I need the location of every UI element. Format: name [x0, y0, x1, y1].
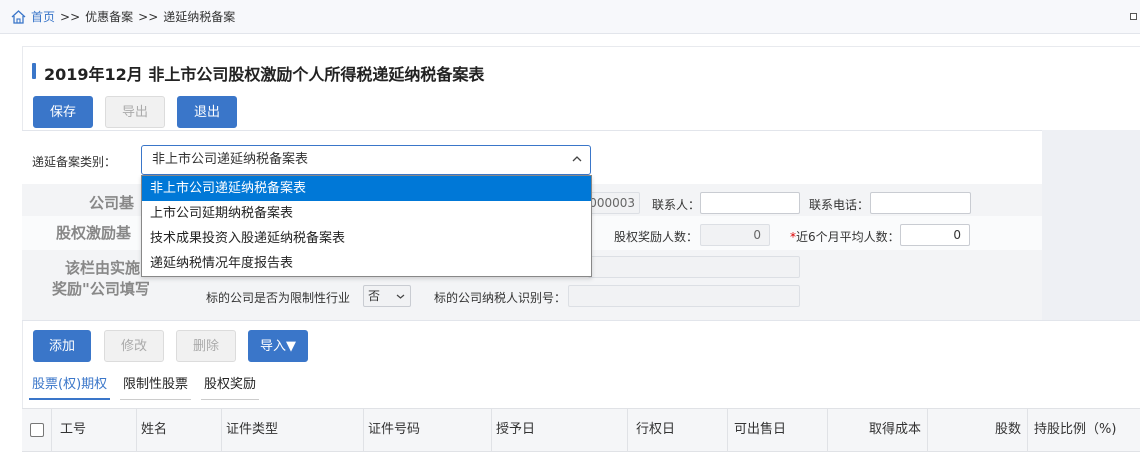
- avg-6m-label-text: 近6个月平均人数：: [796, 230, 900, 244]
- contact-label: 联系人：: [652, 198, 701, 212]
- col-header-id-number[interactable]: 证件号码: [364, 409, 492, 451]
- dropdown-option-unlisted[interactable]: 非上市公司递延纳税备案表: [142, 176, 591, 201]
- dropdown-option-annual-report[interactable]: 递延纳税情况年度报告表: [142, 251, 591, 276]
- restricted-industry-label: 标的公司是否为限制性行业: [206, 291, 351, 305]
- col-header-saleable-date[interactable]: 可出售日: [728, 409, 828, 451]
- col-header-exercise-date[interactable]: 行权日: [628, 409, 728, 451]
- tab-restricted-stock[interactable]: 限制性股票: [120, 374, 192, 400]
- home-icon[interactable]: [11, 10, 26, 24]
- breadcrumb-separator: >>: [60, 10, 81, 24]
- avg-6m-input[interactable]: 0: [900, 224, 970, 246]
- col-header-holding-ratio[interactable]: 持股比例（%): [1028, 409, 1140, 451]
- form-divider: [22, 320, 1140, 321]
- table-header: 工号 姓名 证件类型 证件号码 授予日 行权日 可出售日 取得成本 股数 持股比…: [22, 408, 1140, 452]
- target-taxpayer-id-input[interactable]: [568, 285, 800, 307]
- breadcrumb-separator: >>: [138, 10, 159, 24]
- form-side-panel: [1042, 130, 1140, 320]
- breadcrumb-home[interactable]: 首页: [31, 10, 55, 24]
- col-header-grant-date[interactable]: 授予日: [492, 409, 628, 451]
- category-label: 递延备案类别：: [32, 155, 117, 169]
- restricted-industry-value: 否: [368, 289, 381, 303]
- table-body: [22, 452, 1140, 466]
- tab-equity-reward[interactable]: 股权奖励: [201, 374, 260, 400]
- restricted-industry-select[interactable]: 否: [363, 285, 411, 307]
- breadcrumb: 首页 >> 优惠备案 >> 递延纳税备案: [31, 9, 235, 25]
- tab-stock-options[interactable]: 股票(权)期权: [29, 374, 111, 400]
- breadcrumb-level2: 递延纳税备案: [163, 10, 236, 24]
- section-note-line1: 该栏由实施: [65, 259, 141, 277]
- delete-button[interactable]: 删除: [176, 330, 236, 362]
- edit-button[interactable]: 修改: [104, 330, 164, 362]
- note-field-1[interactable]: [588, 256, 800, 278]
- dropdown-option-tech-investment[interactable]: 技术成果投资入股递延纳税备案表: [142, 226, 591, 251]
- chevron-up-icon: [572, 156, 582, 162]
- col-header-employee-id[interactable]: 工号: [52, 409, 137, 451]
- col-header-id-type[interactable]: 证件类型: [222, 409, 364, 451]
- window-square-icon[interactable]: [1130, 13, 1137, 20]
- dropdown-option-listed[interactable]: 上市公司延期纳税备案表: [142, 201, 591, 226]
- category-dropdown-list: 非上市公司递延纳税备案表 上市公司延期纳税备案表 技术成果投资入股递延纳税备案表…: [141, 175, 592, 277]
- equity-reward-count-input[interactable]: 0: [700, 224, 770, 246]
- select-all-checkbox[interactable]: [30, 423, 44, 437]
- exit-button[interactable]: 退出: [177, 96, 237, 128]
- section-company-basic: 公司基: [89, 194, 135, 212]
- breadcrumb-level1[interactable]: 优惠备案: [85, 10, 133, 24]
- title-accent-bar: [32, 63, 36, 79]
- col-header-cost[interactable]: 取得成本: [828, 409, 928, 451]
- contact-input[interactable]: [700, 192, 800, 214]
- category-select[interactable]: 非上市公司递延纳税备案表: [141, 145, 591, 175]
- phone-input[interactable]: [870, 192, 971, 214]
- section-equity-basic: 股权激励基: [56, 224, 132, 242]
- avg-6m-label: *近6个月平均人数：: [790, 228, 900, 245]
- save-button[interactable]: 保存: [33, 96, 93, 128]
- page-title: 2019年12月 非上市公司股权激励个人所得税递延纳税备案表: [44, 65, 485, 84]
- export-button[interactable]: 导出: [105, 96, 165, 128]
- col-header-shares[interactable]: 股数: [928, 409, 1028, 451]
- select-all-cell: [22, 409, 52, 451]
- chevron-down-icon: [396, 294, 405, 299]
- import-button[interactable]: 导入▼: [248, 330, 308, 362]
- equity-reward-count-label: 股权奖励人数：: [614, 230, 699, 244]
- category-select-value: 非上市公司递延纳税备案表: [152, 152, 309, 167]
- section-note-line2: 奖励"公司填写: [52, 280, 150, 298]
- breadcrumb-bar: 首页 >> 优惠备案 >> 递延纳税备案: [0, 0, 1140, 34]
- taxpayer-id-field[interactable]: 000003: [588, 192, 640, 214]
- target-taxpayer-id-label: 标的公司纳税人识别号：: [434, 291, 567, 305]
- add-button[interactable]: 添加: [33, 330, 91, 362]
- col-header-name[interactable]: 姓名: [137, 409, 222, 451]
- phone-label: 联系电话：: [809, 198, 870, 212]
